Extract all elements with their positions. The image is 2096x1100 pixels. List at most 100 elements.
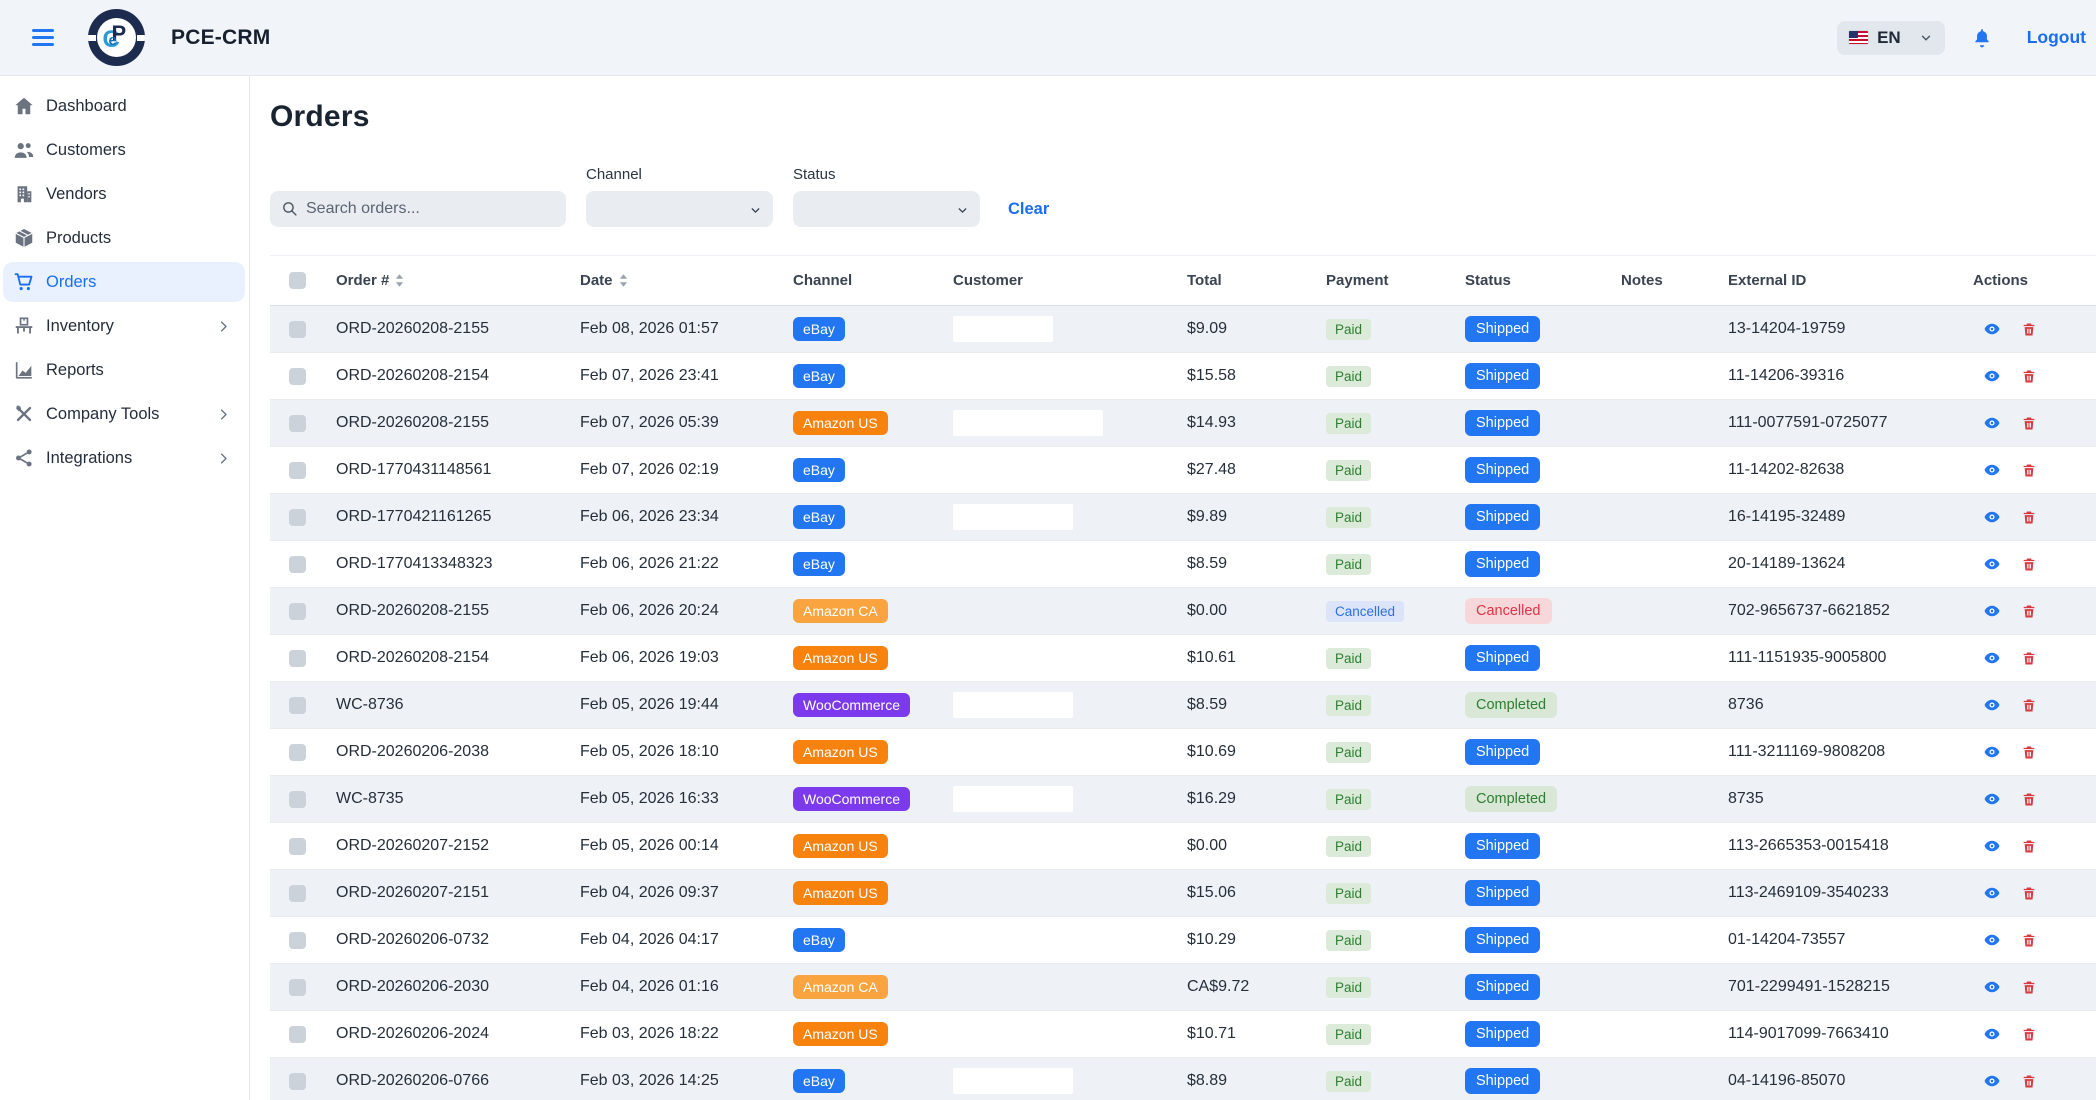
row-checkbox[interactable]: [289, 1026, 306, 1043]
column-header-status: Status: [1465, 272, 1621, 289]
channel-badge: Amazon CA: [793, 599, 888, 623]
view-order-icon[interactable]: [1983, 696, 2001, 714]
row-checkbox[interactable]: [289, 368, 306, 385]
search-icon: [281, 200, 298, 217]
row-checkbox[interactable]: [289, 697, 306, 714]
table-row: ORD-20260206-2024 Feb 03, 2026 18:22 Ama…: [270, 1011, 2096, 1058]
view-order-icon[interactable]: [1983, 320, 2001, 338]
row-checkbox[interactable]: [289, 744, 306, 761]
delete-order-icon[interactable]: [2021, 838, 2037, 855]
row-checkbox[interactable]: [289, 321, 306, 338]
payment-badge: Cancelled: [1326, 601, 1404, 622]
row-checkbox[interactable]: [289, 509, 306, 526]
delete-order-icon[interactable]: [2021, 462, 2037, 479]
column-header-date[interactable]: Date: [580, 272, 793, 289]
customer-cell: [953, 316, 1187, 342]
main-content: Orders Channel Status: [250, 76, 2096, 1100]
sort-icon[interactable]: [619, 274, 628, 287]
delete-order-icon[interactable]: [2021, 556, 2037, 573]
status-badge: Shipped: [1465, 833, 1540, 859]
row-checkbox[interactable]: [289, 838, 306, 855]
row-checkbox[interactable]: [289, 462, 306, 479]
delete-order-icon[interactable]: [2021, 650, 2037, 667]
delete-order-icon[interactable]: [2021, 932, 2037, 949]
delete-order-icon[interactable]: [2021, 603, 2037, 620]
order-number: ORD-1770431148561: [336, 461, 580, 479]
view-order-icon[interactable]: [1983, 931, 2001, 949]
payment-badge: Paid: [1326, 836, 1371, 857]
language-selector[interactable]: EN: [1837, 21, 1945, 55]
sort-icon[interactable]: [395, 274, 404, 287]
delete-order-icon[interactable]: [2021, 368, 2037, 385]
channel-select[interactable]: [586, 191, 773, 227]
row-checkbox[interactable]: [289, 932, 306, 949]
sidebar-item-orders[interactable]: Orders: [3, 262, 245, 302]
row-checkbox[interactable]: [289, 885, 306, 902]
row-checkbox[interactable]: [289, 791, 306, 808]
payment-badge: Paid: [1326, 1071, 1371, 1092]
view-order-icon[interactable]: [1983, 884, 2001, 902]
clear-filters-link[interactable]: Clear: [1008, 200, 1049, 219]
view-order-icon[interactable]: [1983, 790, 2001, 808]
delete-order-icon[interactable]: [2021, 1026, 2037, 1043]
row-checkbox[interactable]: [289, 415, 306, 432]
delete-order-icon[interactable]: [2021, 509, 2037, 526]
select-all-checkbox[interactable]: [289, 272, 306, 289]
order-date: Feb 07, 2026 23:41: [580, 367, 793, 385]
table-row: ORD-20260206-0766 Feb 03, 2026 14:25 eBa…: [270, 1058, 2096, 1100]
bell-icon[interactable]: [1971, 27, 1993, 49]
view-order-icon[interactable]: [1983, 1025, 2001, 1043]
view-order-icon[interactable]: [1983, 461, 2001, 479]
chevron-down-icon: [1919, 31, 1933, 45]
logout-link[interactable]: Logout: [2027, 27, 2086, 48]
sidebar-item-inventory[interactable]: Inventory: [3, 306, 245, 346]
delete-order-icon[interactable]: [2021, 415, 2037, 432]
column-header-order[interactable]: Order #: [336, 272, 580, 289]
row-checkbox[interactable]: [289, 979, 306, 996]
delete-order-icon[interactable]: [2021, 697, 2037, 714]
sidebar-item-company-tools[interactable]: Company Tools: [3, 394, 245, 434]
order-total: $16.29: [1187, 790, 1326, 808]
row-checkbox[interactable]: [289, 603, 306, 620]
delete-order-icon[interactable]: [2021, 321, 2037, 338]
delete-order-icon[interactable]: [2021, 1073, 2037, 1090]
menu-icon[interactable]: [32, 29, 54, 46]
column-header-total: Total: [1187, 272, 1326, 289]
status-badge: Shipped: [1465, 457, 1540, 483]
view-order-icon[interactable]: [1983, 649, 2001, 667]
order-total: $0.00: [1187, 602, 1326, 620]
channel-badge: WooCommerce: [793, 787, 910, 811]
view-order-icon[interactable]: [1983, 837, 2001, 855]
view-order-icon[interactable]: [1983, 1072, 2001, 1090]
customer-cell: [953, 410, 1187, 436]
view-order-icon[interactable]: [1983, 508, 2001, 526]
orders-table: Order #DateChannelCustomerTotalPaymentSt…: [270, 255, 2096, 1100]
row-checkbox[interactable]: [289, 556, 306, 573]
view-order-icon[interactable]: [1983, 602, 2001, 620]
tools-icon: [13, 403, 35, 425]
order-total: CA$9.72: [1187, 978, 1326, 996]
sidebar-item-vendors[interactable]: Vendors: [3, 174, 245, 214]
search-input[interactable]: [270, 191, 566, 227]
customer-cell: [953, 692, 1187, 718]
sidebar-item-dashboard[interactable]: Dashboard: [3, 86, 245, 126]
view-order-icon[interactable]: [1983, 978, 2001, 996]
delete-order-icon[interactable]: [2021, 885, 2037, 902]
view-order-icon[interactable]: [1983, 367, 2001, 385]
filters-bar: Channel Status Clear: [270, 166, 2096, 227]
view-order-icon[interactable]: [1983, 414, 2001, 432]
delete-order-icon[interactable]: [2021, 791, 2037, 808]
status-select[interactable]: [793, 191, 980, 227]
row-checkbox[interactable]: [289, 1073, 306, 1090]
sidebar-item-integrations[interactable]: Integrations: [3, 438, 245, 478]
view-order-icon[interactable]: [1983, 555, 2001, 573]
sidebar-item-products[interactable]: Products: [3, 218, 245, 258]
delete-order-icon[interactable]: [2021, 979, 2037, 996]
column-header-actions: Actions: [1973, 272, 2096, 289]
sidebar-item-customers[interactable]: Customers: [3, 130, 245, 170]
delete-order-icon[interactable]: [2021, 744, 2037, 761]
external-id: 701-2299491-1528215: [1728, 978, 1973, 996]
view-order-icon[interactable]: [1983, 743, 2001, 761]
row-checkbox[interactable]: [289, 650, 306, 667]
sidebar-item-reports[interactable]: Reports: [3, 350, 245, 390]
